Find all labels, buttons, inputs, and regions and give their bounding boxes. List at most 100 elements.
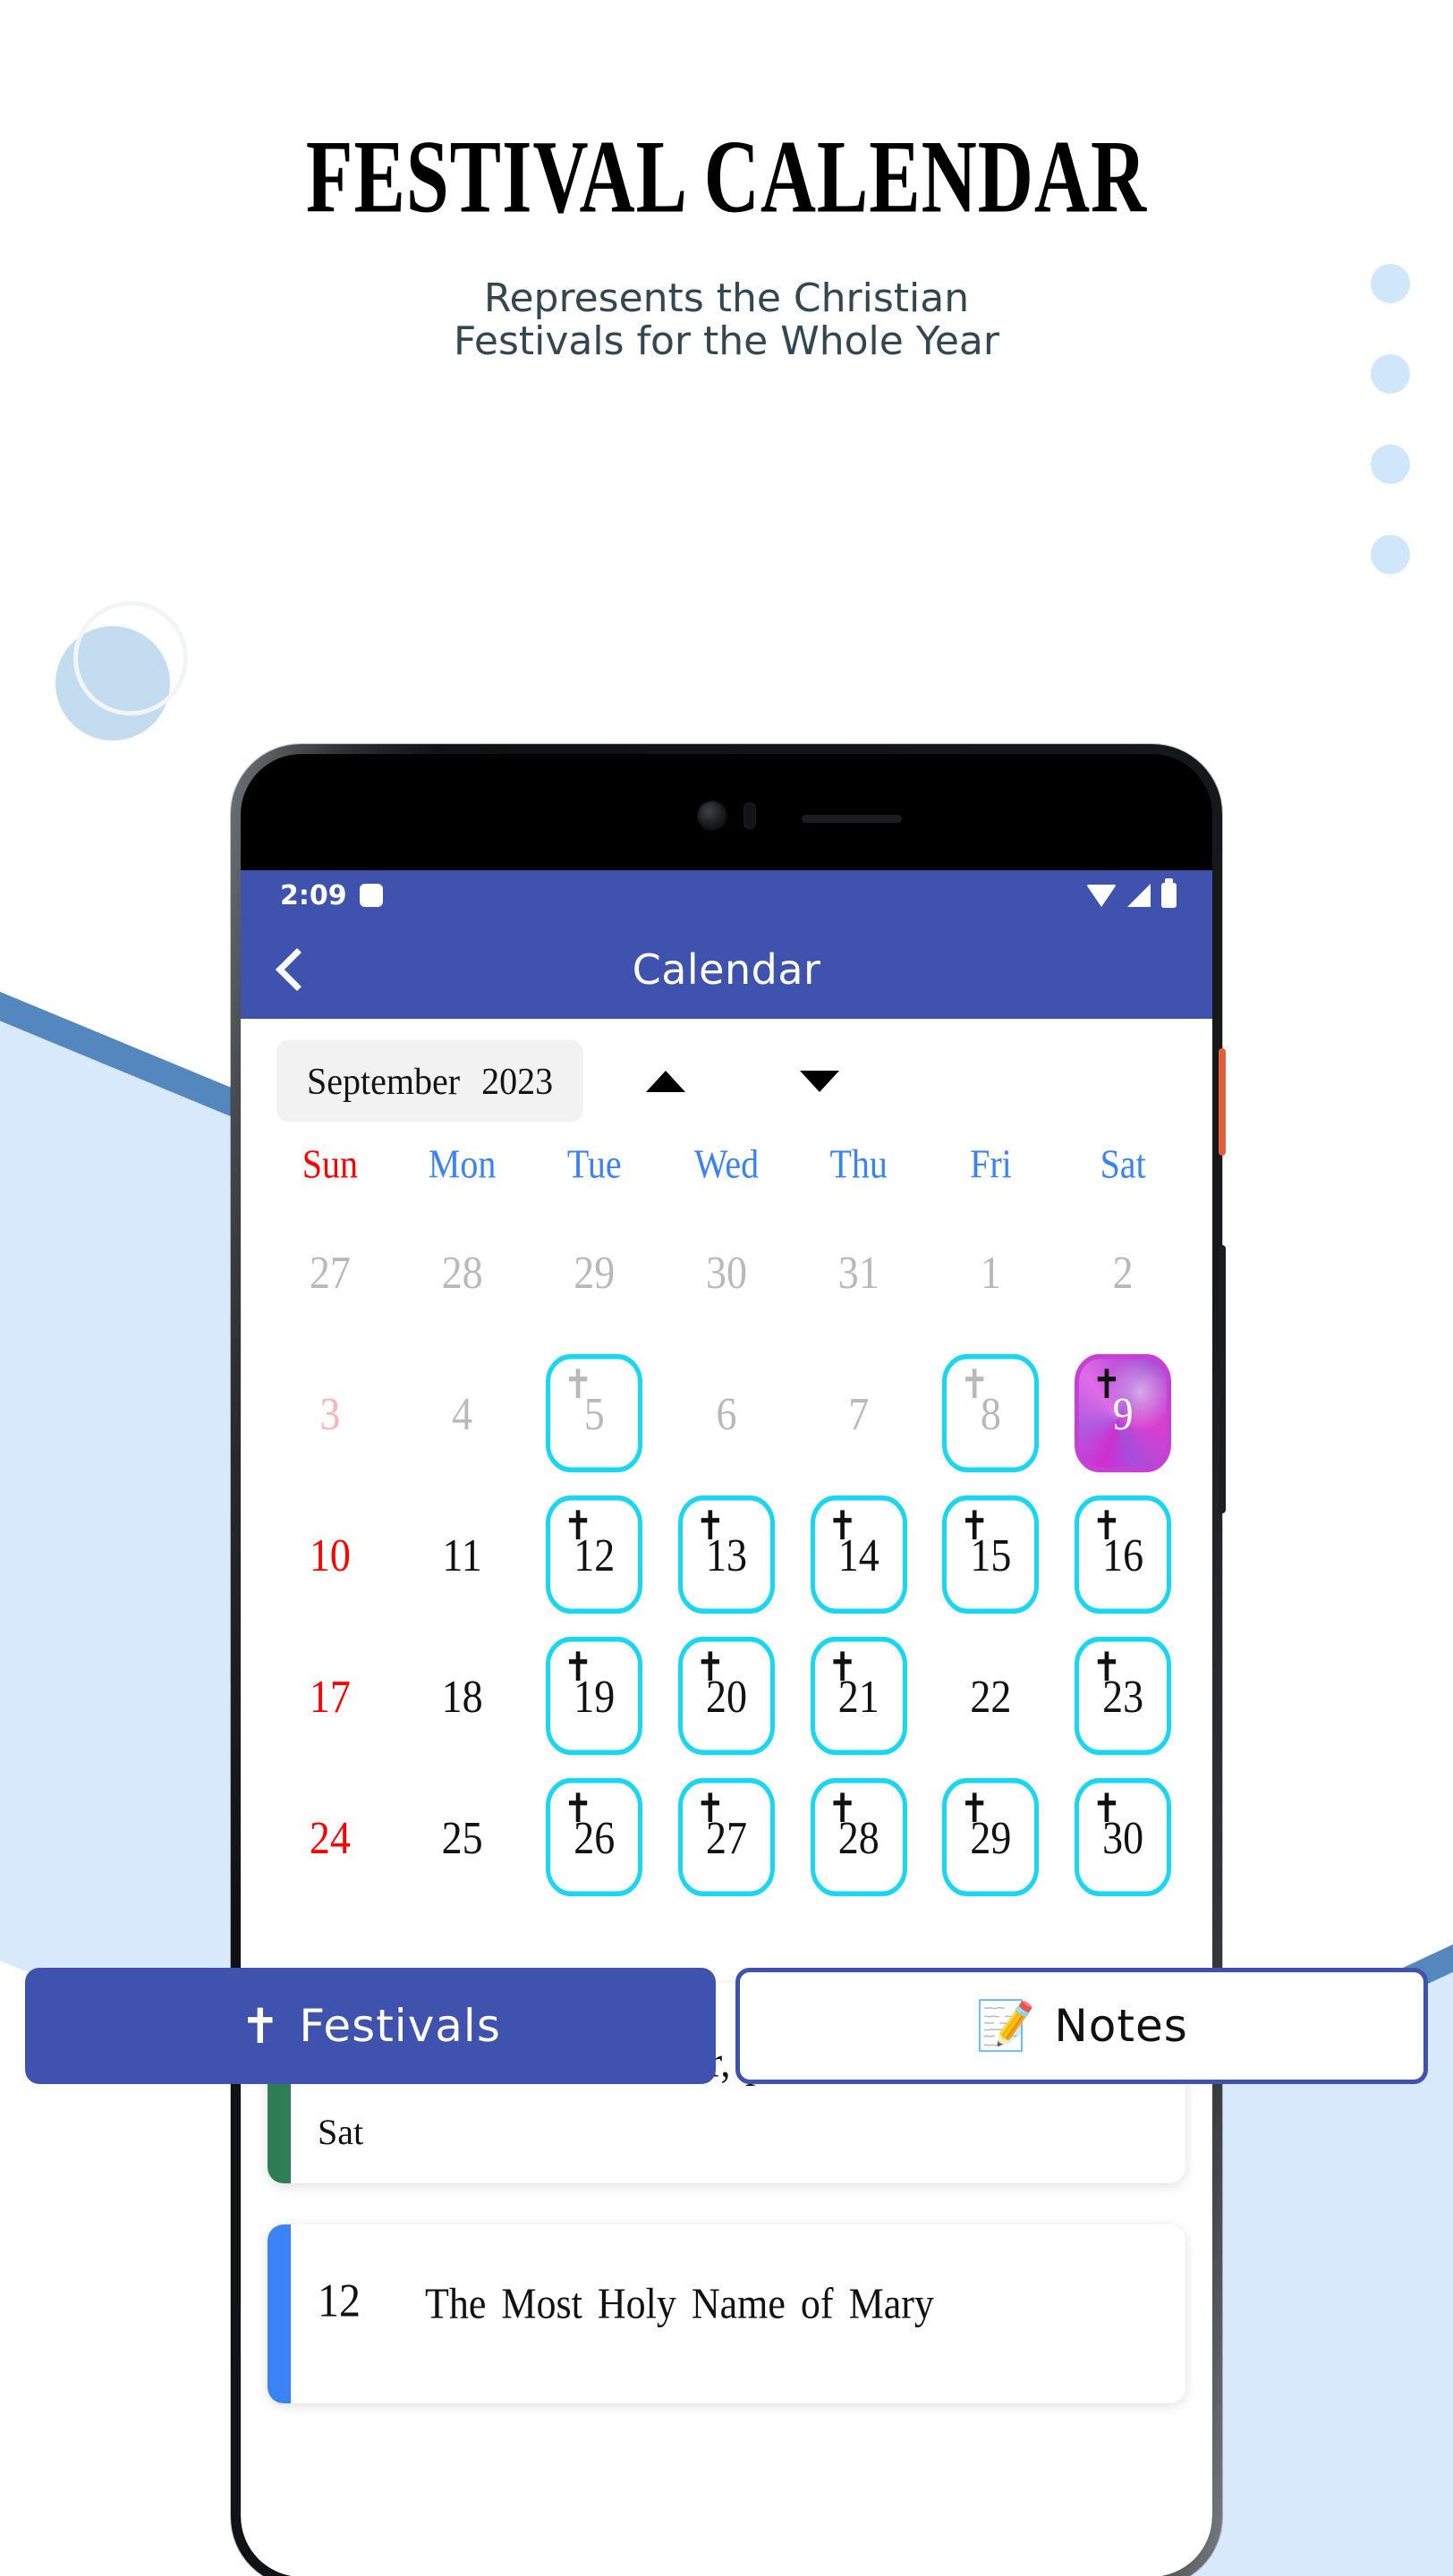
calendar-day-30[interactable]: 30 (678, 1213, 775, 1331)
battery-icon (1161, 878, 1177, 908)
calendar-day-30[interactable]: ✝ 30 (1075, 1777, 1172, 1897)
calendar-day-15[interactable]: ✝ 15 (942, 1495, 1040, 1614)
calendar-day-21[interactable]: ✝ 21 (810, 1636, 907, 1756)
calendar-cell[interactable]: 27 (264, 1201, 396, 1343)
phone-power-button[interactable] (1219, 1048, 1226, 1156)
calendar-cell[interactable]: 3 (264, 1343, 396, 1484)
calendar-cell[interactable]: ✝ 16 (1057, 1484, 1189, 1625)
calendar-week-row: 10 11 ✝ 12 ✝ 13 ✝ 14 ✝ 15 ✝ 16 (264, 1484, 1189, 1625)
calendar-cell[interactable]: 17 (264, 1625, 396, 1767)
tab-notes[interactable]: 📝 Notes (735, 1968, 1428, 2084)
calendar-day-14[interactable]: ✝ 14 (810, 1495, 907, 1614)
calendar-day-13[interactable]: ✝ 13 (677, 1495, 775, 1614)
calendar-cell[interactable]: ✝ 29 (925, 1767, 1058, 1908)
calendar-cell[interactable]: 11 (396, 1484, 529, 1625)
calendar-day-number: 11 (442, 1529, 482, 1580)
calendar-day-12[interactable]: ✝ 12 (546, 1495, 643, 1614)
calendar-day-31[interactable]: 31 (811, 1213, 907, 1331)
status-bar: 2:09 (241, 870, 1212, 920)
calendar-cell[interactable]: 25 (396, 1767, 529, 1908)
calendar-day-16[interactable]: ✝ 16 (1075, 1495, 1172, 1614)
poster-stage: FESTIVAL CALENDAR Represents the Christi… (0, 0, 1453, 2576)
calendar-day-7[interactable]: 7 (811, 1354, 907, 1472)
calendar-header: September 2023 (264, 1039, 1189, 1123)
calendar-cell[interactable]: ✝ 30 (1057, 1767, 1189, 1908)
calendar-cell[interactable]: ✝ 26 (528, 1767, 660, 1908)
calendar-cell[interactable]: 31 (793, 1201, 925, 1343)
calendar-cell[interactable]: ✝ 15 (925, 1484, 1058, 1625)
month-year-selector[interactable]: September 2023 (276, 1039, 584, 1123)
phone-screen: 2:09 Calendar September 2023 Sun Mon Tue… (241, 870, 1212, 2576)
signal-icon (1127, 884, 1151, 907)
calendar-day-25[interactable]: 25 (414, 1778, 511, 1896)
calendar-day-19[interactable]: ✝ 19 (546, 1636, 643, 1756)
calendar-day-18[interactable]: 18 (414, 1637, 511, 1755)
calendar-grid: 27 28 29 30 31 1 2 3 4 ✝ 5 6 7 ✝ 8 ✝ 9 10 11 ✝ 12 ✝ 13 ✝ 14 ✝ 15 ✝ 1… (264, 1201, 1189, 1908)
calendar-day-22[interactable]: 22 (942, 1637, 1039, 1755)
festival-color-bar (268, 2224, 291, 2403)
calendar-day-8[interactable]: ✝ 8 (942, 1353, 1040, 1473)
calendar-cell[interactable]: ✝ 28 (793, 1767, 925, 1908)
calendar-cell[interactable]: 1 (925, 1201, 1058, 1343)
calendar-day-29[interactable]: ✝ 29 (942, 1777, 1040, 1897)
calendar-cell[interactable]: 2 (1057, 1201, 1189, 1343)
calendar-cell[interactable]: 30 (660, 1201, 793, 1343)
calendar-cell[interactable]: ✝ 19 (528, 1625, 660, 1767)
calendar-cell[interactable]: 29 (528, 1201, 660, 1343)
calendar-cell[interactable]: ✝ 23 (1057, 1625, 1189, 1767)
calendar-day-28[interactable]: 28 (414, 1213, 511, 1331)
calendar-day-27[interactable]: 27 (282, 1213, 378, 1331)
calendar-cell[interactable]: 24 (264, 1767, 396, 1908)
phone-volume-button[interactable] (1219, 1245, 1226, 1513)
cross-icon: ✝ (694, 1644, 726, 1691)
calendar-cell[interactable]: ✝ 12 (528, 1484, 660, 1625)
calendar-cell[interactable]: ✝ 9 (1057, 1343, 1189, 1484)
calendar-day-3[interactable]: 3 (282, 1354, 378, 1472)
calendar-day-24[interactable]: 24 (282, 1778, 378, 1896)
calendar-day-23[interactable]: ✝ 23 (1075, 1636, 1172, 1756)
calendar-day-26[interactable]: ✝ 26 (546, 1777, 643, 1897)
calendar-cell[interactable]: ✝ 13 (660, 1484, 793, 1625)
calendar-cell[interactable]: 7 (793, 1343, 925, 1484)
calendar-day-17[interactable]: 17 (282, 1637, 378, 1755)
calendar-day-27[interactable]: ✝ 27 (677, 1777, 775, 1897)
calendar-cell[interactable]: 18 (396, 1625, 529, 1767)
calendar-day-4[interactable]: 4 (414, 1354, 511, 1472)
cross-icon: ✝ (563, 1644, 593, 1691)
calendar-day-6[interactable]: 6 (678, 1354, 775, 1472)
cross-icon: ✝ (959, 1503, 990, 1550)
calendar-day-2[interactable]: 2 (1075, 1213, 1171, 1331)
calendar-day-9[interactable]: ✝ 9 (1075, 1353, 1172, 1473)
cross-icon: ✝ (563, 1361, 593, 1409)
calendar-cell[interactable]: 4 (396, 1343, 529, 1484)
calendar-cell[interactable]: ✝ 20 (660, 1625, 793, 1767)
cross-icon: ✝ (959, 1361, 990, 1409)
festival-list-item[interactable]: 12 The Most Holy Name of Mary (268, 2224, 1185, 2403)
tab-festivals[interactable]: ✝ Festivals (25, 1968, 716, 2084)
calendar-day-11[interactable]: 11 (414, 1496, 511, 1614)
day-of-week-wed: Wed (693, 1140, 760, 1187)
calendar-cell[interactable]: ✝ 27 (660, 1767, 793, 1908)
calendar-cell[interactable]: 10 (264, 1484, 396, 1625)
page-header-title: Calendar (632, 945, 821, 994)
calendar-cell[interactable]: ✝ 14 (793, 1484, 925, 1625)
calendar-cell[interactable]: 6 (660, 1343, 793, 1484)
cross-icon: ✝ (694, 1503, 726, 1550)
calendar-day-29[interactable]: 29 (546, 1213, 642, 1331)
square-notification-icon (359, 884, 383, 907)
calendar-cell[interactable]: 22 (925, 1625, 1058, 1767)
calendar-day-10[interactable]: 10 (282, 1496, 378, 1614)
calendar-day-28[interactable]: ✝ 28 (810, 1777, 907, 1897)
calendar-day-5[interactable]: ✝ 5 (546, 1353, 643, 1473)
calendar-day-20[interactable]: ✝ 20 (677, 1636, 775, 1756)
day-of-week-fri: Fri (970, 1140, 1012, 1187)
calendar-cell[interactable]: ✝ 5 (528, 1343, 660, 1484)
page-subtitle: Represents the Christian Festivals for t… (0, 277, 1453, 362)
calendar-day-number: 10 (309, 1529, 351, 1580)
calendar-cell[interactable]: 28 (396, 1201, 529, 1343)
triangle-down-icon[interactable] (800, 1070, 840, 1092)
triangle-up-icon[interactable] (646, 1070, 686, 1092)
calendar-cell[interactable]: ✝ 8 (925, 1343, 1058, 1484)
calendar-day-1[interactable]: 1 (942, 1213, 1039, 1331)
calendar-cell[interactable]: ✝ 21 (793, 1625, 925, 1767)
